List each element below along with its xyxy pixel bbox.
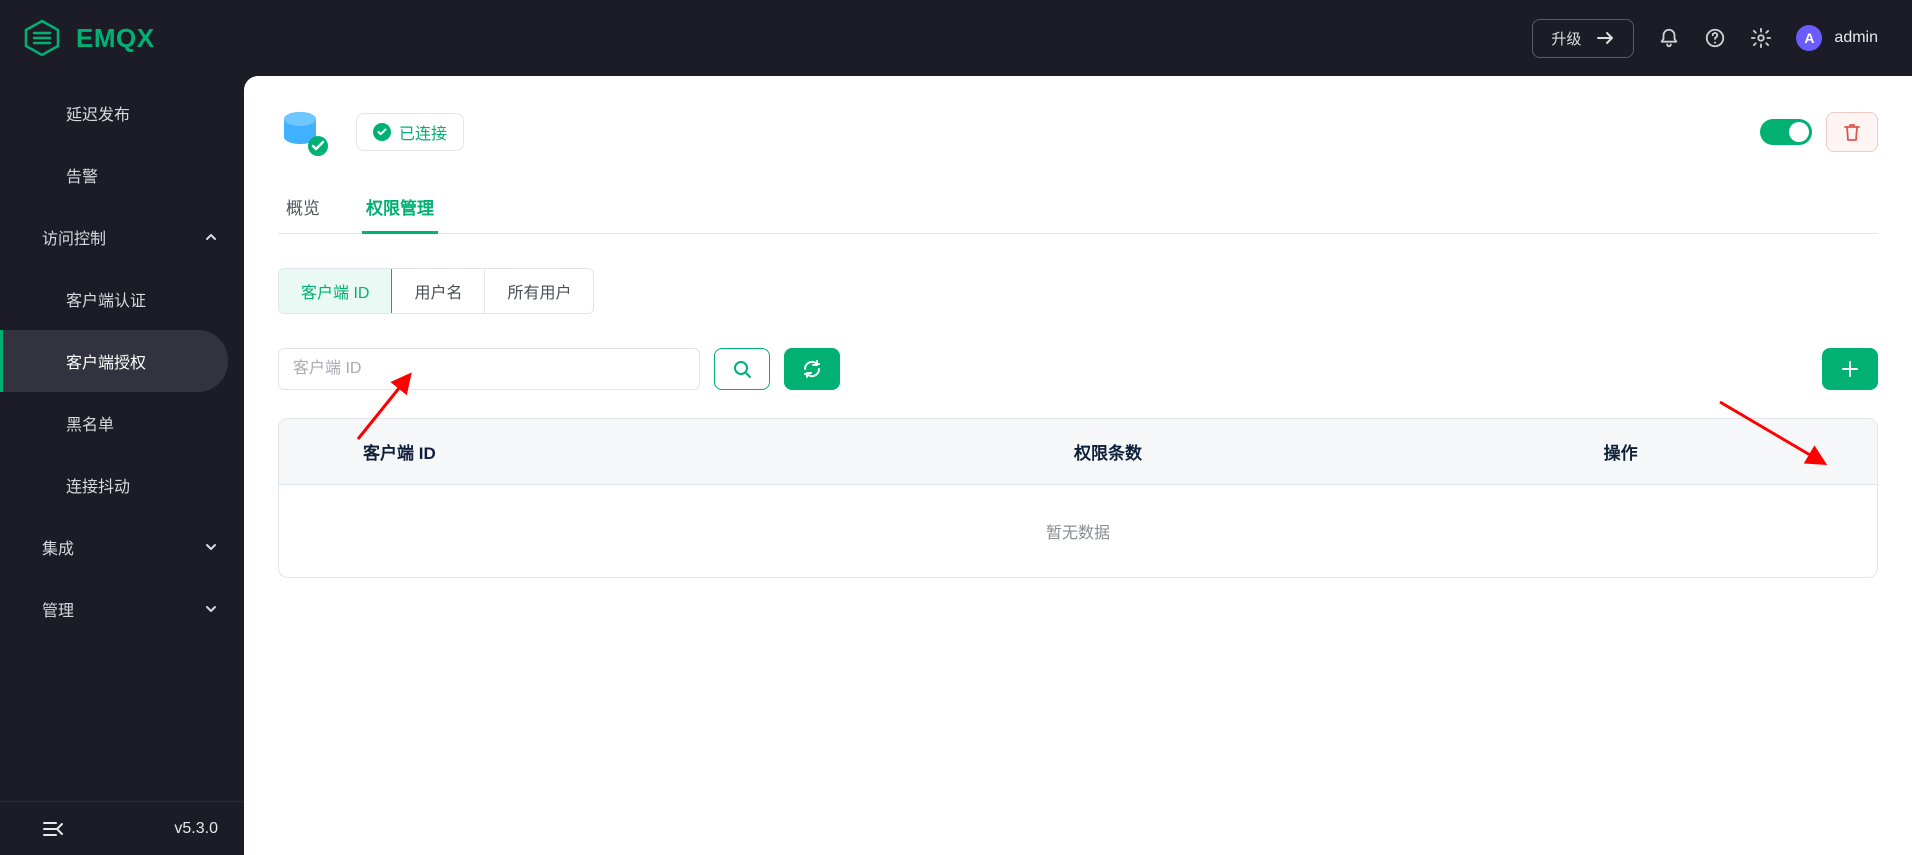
segment-label: 客户端 ID <box>301 285 369 302</box>
check-circle-icon <box>373 123 391 141</box>
data-table: 客户端 ID 权限条数 操作 暂无数据 <box>278 418 1878 578</box>
avatar: A <box>1796 25 1822 51</box>
status-label: 已连接 <box>399 120 447 144</box>
user-name: admin <box>1834 29 1878 47</box>
status-chip: 已连接 <box>356 113 464 151</box>
sidebar-item-label: 访问控制 <box>42 225 106 249</box>
refresh-icon <box>802 359 822 379</box>
user-menu[interactable]: A admin <box>1796 25 1878 51</box>
search-icon <box>732 359 752 379</box>
brand: EMQX <box>22 18 155 58</box>
source-header-right <box>1760 112 1878 152</box>
plus-icon <box>1840 359 1860 379</box>
sidebar-item-label: 黑名单 <box>66 411 114 435</box>
tab-overview[interactable]: 概览 <box>284 180 322 233</box>
table-empty: 暂无数据 <box>279 485 1877 577</box>
upgrade-label: 升级 <box>1551 28 1581 49</box>
sidebar-item-label: 连接抖动 <box>66 473 130 497</box>
sidebar-item-authentication[interactable]: 客户端认证 <box>0 268 244 330</box>
sidebar-item-label: 告警 <box>66 163 98 187</box>
page-content: 已连接 概览 权限管理 客户端 ID 用户名 所有用户 <box>244 76 1912 855</box>
tab-label: 概览 <box>286 199 320 218</box>
sidebar-item-alert[interactable]: 告警 <box>0 144 244 206</box>
segment-label: 用户名 <box>414 285 462 302</box>
version-label: v5.3.0 <box>174 820 218 838</box>
chevron-down-icon <box>204 540 218 554</box>
segment-all-users[interactable]: 所有用户 <box>485 269 593 313</box>
search-input[interactable] <box>278 348 700 390</box>
brand-logo-icon <box>22 18 62 58</box>
sidebar-item-delayed-publish[interactable]: 延迟发布 <box>0 82 244 144</box>
refresh-button[interactable] <box>784 348 840 390</box>
table-column-actions: 操作 <box>1364 419 1877 484</box>
upgrade-button[interactable]: 升级 <box>1532 19 1634 58</box>
enable-toggle[interactable] <box>1760 119 1812 145</box>
tab-label: 权限管理 <box>366 199 434 218</box>
sidebar-item-label: 客户端认证 <box>66 287 146 311</box>
header-actions: 升级 A admin <box>1532 19 1878 58</box>
chevron-down-icon <box>204 602 218 616</box>
tabs: 概览 权限管理 <box>278 180 1878 234</box>
sidebar-group-management[interactable]: 管理 <box>0 578 244 640</box>
source-header: 已连接 <box>278 106 1878 158</box>
sidebar-item-authorization[interactable]: 客户端授权 <box>0 330 228 392</box>
trash-icon <box>1843 122 1861 142</box>
sidebar: 延迟发布 告警 访问控制 客户端认证 客户端授权 黑名单 连接抖动 集成 <box>0 76 244 855</box>
sidebar-group-access-control[interactable]: 访问控制 <box>0 206 244 268</box>
arrow-right-icon <box>1597 31 1615 45</box>
sidebar-item-label: 客户端授权 <box>66 349 146 373</box>
sidebar-group-integration[interactable]: 集成 <box>0 516 244 578</box>
table-column-rule-count: 权限条数 <box>852 419 1365 484</box>
sidebar-footer: v5.3.0 <box>0 801 244 855</box>
delete-button[interactable] <box>1826 112 1878 152</box>
segment-group: 客户端 ID 用户名 所有用户 <box>278 268 594 314</box>
table-column-client-id: 客户端 ID <box>279 419 852 484</box>
add-button[interactable] <box>1822 348 1878 390</box>
database-icon <box>278 106 330 158</box>
brand-name: EMQX <box>76 23 155 54</box>
search-button[interactable] <box>714 348 770 390</box>
segment-client-id[interactable]: 客户端 ID <box>279 269 392 313</box>
sidebar-item-label: 管理 <box>42 597 74 621</box>
gear-icon[interactable] <box>1750 27 1772 49</box>
help-icon[interactable] <box>1704 27 1726 49</box>
segment-label: 所有用户 <box>507 285 571 302</box>
sidebar-item-blacklist[interactable]: 黑名单 <box>0 392 244 454</box>
table-header: 客户端 ID 权限条数 操作 <box>279 419 1877 485</box>
segment-username[interactable]: 用户名 <box>392 269 485 313</box>
sidebar-item-label: 延迟发布 <box>66 101 130 125</box>
chevron-up-icon <box>204 230 218 244</box>
sidebar-scroll: 延迟发布 告警 访问控制 客户端认证 客户端授权 黑名单 连接抖动 集成 <box>0 76 244 801</box>
toolbar <box>278 348 1878 390</box>
tab-permissions[interactable]: 权限管理 <box>364 180 436 233</box>
collapse-sidebar-icon[interactable] <box>42 820 64 838</box>
bell-icon[interactable] <box>1658 27 1680 49</box>
sidebar-item-connection-jitter[interactable]: 连接抖动 <box>0 454 244 516</box>
source-header-left: 已连接 <box>278 106 464 158</box>
app-header: EMQX 升级 A admin <box>0 0 1912 76</box>
sidebar-item-label: 集成 <box>42 535 74 559</box>
